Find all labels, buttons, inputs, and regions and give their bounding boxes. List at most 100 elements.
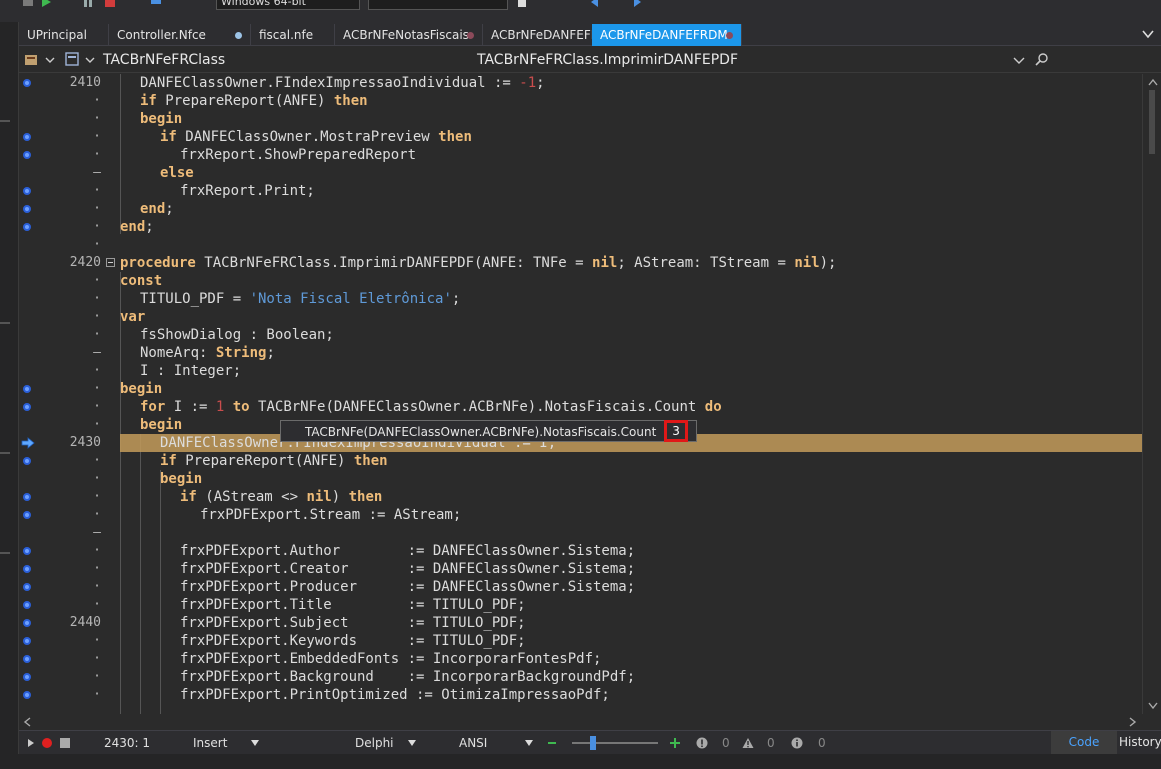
chevron-down-icon[interactable] (85, 55, 95, 65)
code-line[interactable]: · begin (19, 380, 1142, 398)
code-editor[interactable]: 2410 DANFEClassOwner.FIndexImpressaoIndiv… (19, 74, 1142, 714)
code-line[interactable]: · I : Integer; (19, 362, 1142, 380)
toolbar-icon[interactable] (22, 0, 34, 8)
zoom-slider[interactable] (572, 736, 658, 750)
horizontal-scrollbar[interactable] (19, 714, 1142, 730)
breakpoint-marker-icon[interactable] (23, 79, 31, 87)
code-line[interactable]: · TITULO_PDF = 'Nota Fiscal Eletrônica'; (19, 290, 1142, 308)
tab-acbrnfe-danfefrdm[interactable]: ACBrNFeDANFEFRDM (592, 24, 742, 46)
breakpoint-marker-icon[interactable] (23, 385, 31, 393)
breakpoint-marker-icon[interactable] (23, 583, 31, 591)
breakpoint-marker-icon[interactable] (23, 601, 31, 609)
code-line[interactable]: · if PrepareReport(ANFE) then (19, 452, 1142, 470)
code-line[interactable]: · frxPDFExport.Title := TITULO_PDF; (19, 596, 1142, 614)
code-line[interactable]: · frxPDFExport.PrintOptimized := OtimizaI… (19, 686, 1142, 704)
tab-fiscal-nfe[interactable]: fiscal.nfe (251, 24, 335, 46)
insert-mode[interactable]: Insert (193, 736, 227, 750)
code-line[interactable]: 2440 frxPDFExport.Subject := TITULO_PDF; (19, 614, 1142, 632)
scroll-up-icon[interactable] (1148, 78, 1158, 86)
scroll-left-icon[interactable] (23, 717, 31, 727)
code-line[interactable]: · fsShowDialog : Boolean; (19, 326, 1142, 344)
code-line[interactable]: · frxPDFExport.Producer := DANFEClassOwne… (19, 578, 1142, 596)
expand-icon[interactable] (27, 738, 35, 748)
code-line[interactable]: · if DANFEClassOwner.MostraPreview then (19, 128, 1142, 146)
platform-combo[interactable]: Windows 64-bit (216, 0, 360, 10)
stop-icon[interactable] (104, 0, 116, 8)
stop-macro-icon[interactable] (59, 737, 71, 749)
chevron-down-icon[interactable] (524, 739, 534, 747)
chevron-down-icon[interactable] (1013, 55, 1025, 65)
code-line[interactable]: · frxPDFExport.EmbeddedFonts := Incorpora… (19, 650, 1142, 668)
code-line[interactable]: · const (19, 272, 1142, 290)
code-line[interactable]: · frxPDFExport.Keywords := TITULO_PDF; (19, 632, 1142, 650)
code-line[interactable]: · frxPDFExport.Stream := AStream; (19, 506, 1142, 524)
code-line[interactable]: 2410 DANFEClassOwner.FIndexImpressaoIndiv… (19, 74, 1142, 92)
code-line[interactable]: – (19, 524, 1142, 542)
code-line[interactable]: · var (19, 308, 1142, 326)
code-line[interactable]: · (19, 236, 1142, 254)
breakpoint-marker-icon[interactable] (23, 151, 31, 159)
breakpoint-marker-icon[interactable] (23, 403, 31, 411)
code-line[interactable]: · frxReport.Print; (19, 182, 1142, 200)
breakpoint-marker-icon[interactable] (23, 223, 31, 231)
breakpoint-marker-icon[interactable] (23, 547, 31, 555)
vertical-scrollbar[interactable] (1142, 74, 1161, 714)
chevron-down-icon[interactable] (45, 55, 55, 65)
fold-toggle-icon[interactable] (106, 258, 115, 267)
breakpoint-marker-icon[interactable] (23, 133, 31, 141)
tab-controller-nfce[interactable]: Controller.Nfce (109, 24, 251, 46)
language-selector[interactable]: Delphi (355, 736, 394, 750)
chevron-down-icon[interactable] (407, 739, 417, 747)
tab-history-view[interactable]: History (1119, 731, 1161, 754)
scroll-thumb[interactable] (1149, 90, 1155, 154)
code-line[interactable]: 2420 procedure TACBrNFeFRClass.ImprimirDA… (19, 254, 1142, 272)
scroll-right-icon[interactable] (1129, 717, 1137, 727)
code-line[interactable]: · if PrepareReport(ANFE) then (19, 92, 1142, 110)
class-selector[interactable]: TACBrNFeFRClass (103, 52, 225, 68)
device-icon[interactable] (516, 0, 528, 8)
code-line[interactable]: · frxPDFExport.Background := IncorporarBa… (19, 668, 1142, 686)
breakpoint-marker-icon[interactable] (23, 493, 31, 501)
breakpoint-marker-icon[interactable] (23, 637, 31, 645)
code-line[interactable]: · frxPDFExport.Creator := DANFEClassOwner… (19, 560, 1142, 578)
breakpoint-marker-icon[interactable] (23, 565, 31, 573)
scroll-down-icon[interactable] (1148, 702, 1158, 710)
code-line[interactable]: · if (AStream <> nil) then (19, 488, 1142, 506)
breakpoint-marker-icon[interactable] (23, 457, 31, 465)
zoom-in-icon[interactable] (669, 737, 681, 749)
code-line[interactable]: · begin (19, 470, 1142, 488)
breakpoint-marker-icon[interactable] (23, 619, 31, 627)
run-icon[interactable] (40, 0, 52, 8)
chevron-down-icon[interactable] (1141, 27, 1155, 41)
method-selector[interactable]: TACBrNFeFRClass.ImprimirDANFEPDF (477, 52, 738, 68)
encoding-selector[interactable]: ANSI (459, 736, 487, 750)
pause-icon[interactable] (82, 0, 94, 8)
code-line[interactable]: · begin (19, 110, 1142, 128)
tab-code-view[interactable]: Code (1051, 731, 1117, 754)
breakpoint-marker-icon[interactable] (23, 511, 31, 519)
step-icon[interactable] (150, 0, 162, 8)
code-line[interactable]: · end; (19, 200, 1142, 218)
breakpoint-marker-icon[interactable] (23, 691, 31, 699)
code-line[interactable]: · for I := 1 to TACBrNFe(DANFEClassOwner.… (19, 398, 1142, 416)
breakpoint-marker-icon[interactable] (23, 673, 31, 681)
zoom-thumb[interactable] (590, 736, 596, 750)
chevron-down-icon[interactable] (250, 739, 260, 747)
tab-uprincipal[interactable]: UPrincipal (19, 24, 109, 46)
search-icon[interactable] (1035, 52, 1049, 66)
breakpoint-marker-icon[interactable] (23, 187, 31, 195)
breakpoint-marker-icon[interactable] (23, 205, 31, 213)
forward-icon[interactable] (630, 0, 642, 8)
code-line[interactable]: – NomeArq: String; (19, 344, 1142, 362)
record-icon[interactable] (41, 737, 53, 749)
code-line[interactable]: · end; (19, 218, 1142, 236)
debug-eval-tooltip[interactable]: TACBrNFe(DANFEClassOwner.ACBrNFe).NotasF… (280, 420, 697, 442)
tab-acbrnfe-notasfiscais[interactable]: ACBrNFeNotasFiscais (335, 24, 483, 46)
config-combo[interactable] (368, 0, 508, 10)
back-icon[interactable] (590, 0, 602, 8)
code-line[interactable]: · frxReport.ShowPreparedReport (19, 146, 1142, 164)
breakpoint-marker-icon[interactable] (23, 655, 31, 663)
zoom-out-icon[interactable] (547, 738, 557, 748)
code-line[interactable]: · frxPDFExport.Author := DANFEClassOwner.… (19, 542, 1142, 560)
code-line[interactable]: – else (19, 164, 1142, 182)
